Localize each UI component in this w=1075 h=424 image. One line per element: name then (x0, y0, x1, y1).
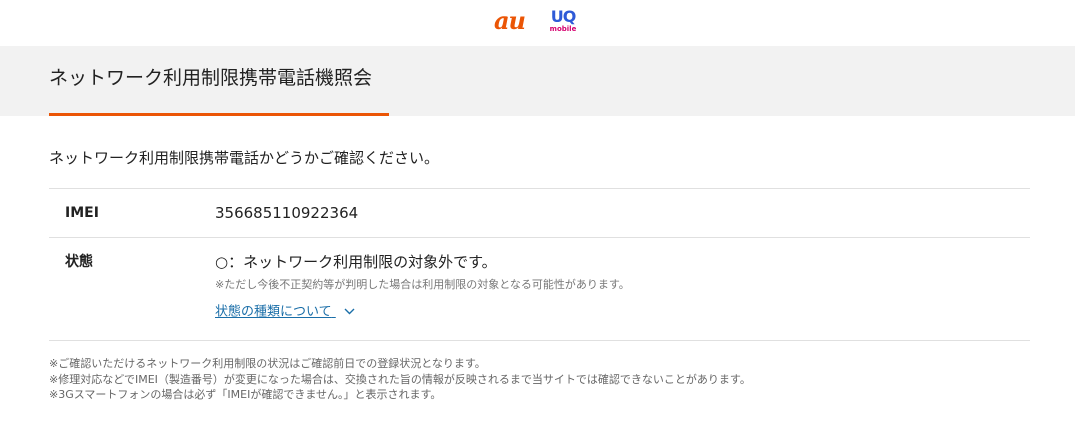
title-band: ネットワーク利用制限携帯電話機照会 (0, 46, 1075, 116)
footnote-item: ※ご確認いただけるネットワーク利用制限の状況はご確認前日での登録状況となります。 (49, 357, 486, 370)
uq-logo-subtext: mobile (549, 25, 577, 33)
uq-mobile-logo[interactable]: UQ mobile (548, 7, 578, 34)
footnotes: ※ご確認いただけるネットワーク利用制限の状況はご確認前日での登録状況となります。… (49, 356, 751, 403)
chevron-down-icon (344, 303, 355, 321)
title-underline (49, 113, 389, 116)
uq-logo-text: UQ (550, 7, 577, 26)
intro-text: ネットワーク利用制限携帯電話かどうかご確認ください。 (49, 149, 440, 167)
status-types-link-label: 状態の種類について (215, 304, 332, 320)
au-logo[interactable]: au (494, 8, 526, 34)
imei-value: 356685110922364 (215, 204, 359, 222)
footnote-item: ※修理対応などでIMEI（製造番号）が変更になった場合は、交換された旨の情報が反… (49, 372, 751, 386)
page-title: ネットワーク利用制限携帯電話機照会 (49, 67, 373, 89)
status-label: 状態 (65, 254, 93, 270)
imei-row: IMEI 356685110922364 (49, 189, 1030, 238)
top-bar: au UQ mobile (0, 0, 1075, 46)
footnote-item: ※3Gスマートフォンの場合は必ず「IMEIが確認できません。」と表示されます。 (49, 388, 442, 401)
imei-label: IMEI (65, 205, 99, 221)
result-table: IMEI 356685110922364 状態 ○：ネットワーク利用制限の対象外… (49, 188, 1030, 341)
status-value: ○：ネットワーク利用制限の対象外です。 (215, 253, 497, 271)
status-types-link[interactable]: 状態の種類について (215, 303, 355, 322)
status-row: 状態 ○：ネットワーク利用制限の対象外です。 ※ただし今後不正契約等が判明した場… (49, 238, 1030, 341)
status-note: ※ただし今後不正契約等が判明した場合は利用制限の対象となる可能性があります。 (215, 278, 630, 291)
